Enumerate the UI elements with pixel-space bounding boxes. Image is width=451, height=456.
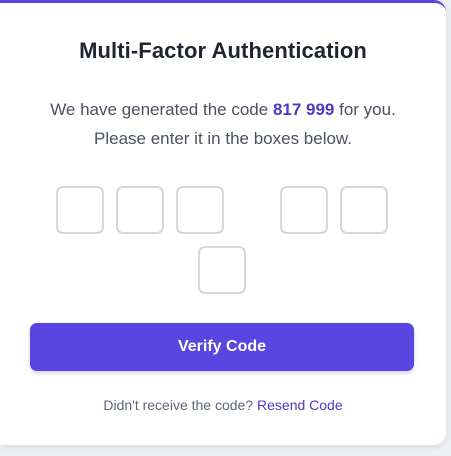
resend-prompt: Didn't receive the code? <box>103 397 258 413</box>
otp-digit-4[interactable] <box>280 186 328 234</box>
page-title: Multi-Factor Authentication <box>79 38 367 63</box>
verify-code-button[interactable]: Verify Code <box>30 323 414 371</box>
otp-digit-1[interactable] <box>56 186 104 234</box>
otp-digit-3[interactable] <box>176 186 224 234</box>
resend-code-link[interactable]: Resend Code <box>257 397 343 413</box>
otp-digit-5[interactable] <box>340 186 388 234</box>
resend-row: Didn't receive the code? Resend Code <box>0 397 446 413</box>
instruction-text: We have generated the code 817 999 for y… <box>40 95 406 153</box>
otp-digit-6[interactable] <box>198 246 246 294</box>
mfa-card: Multi-Factor Authentication We have gene… <box>0 0 446 445</box>
instruction-prefix: We have generated the code <box>50 100 273 119</box>
generated-code: 817 999 <box>272 100 335 119</box>
otp-digit-2[interactable] <box>116 186 164 234</box>
